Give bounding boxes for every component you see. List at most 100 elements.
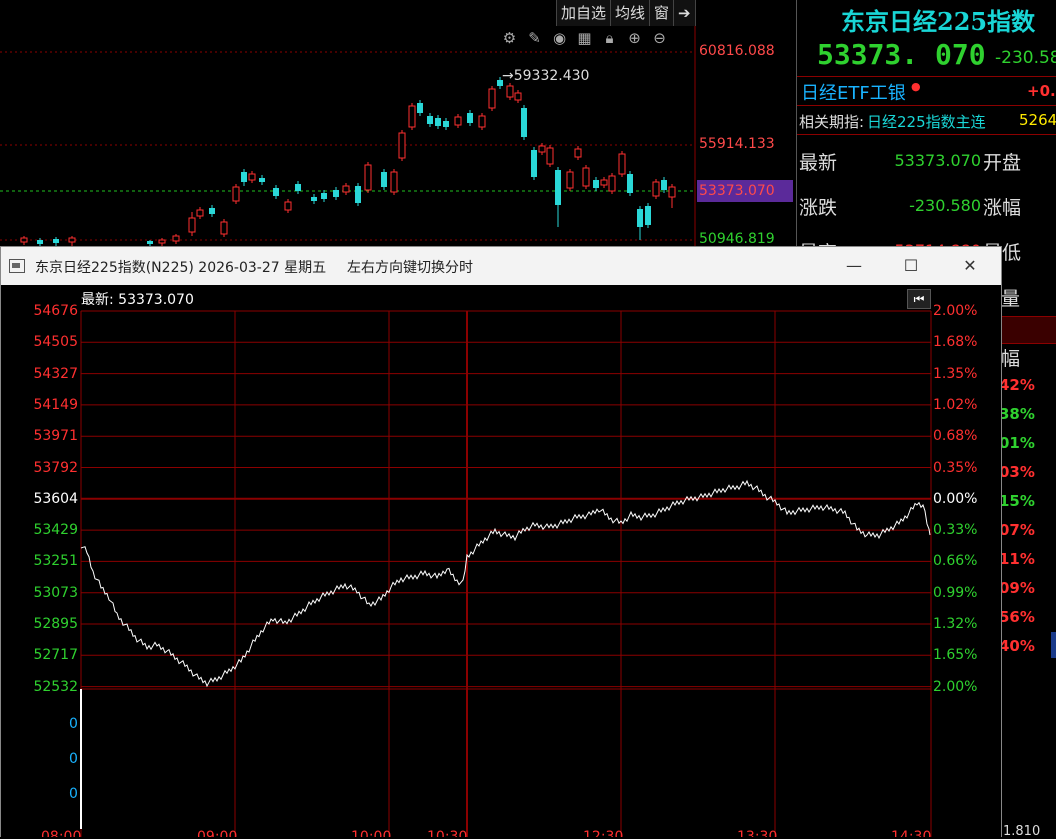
percent-tick-label: 1.32% — [933, 616, 978, 632]
candle-body — [435, 118, 441, 126]
candle-body — [555, 170, 561, 205]
price-tick-label: 54327 — [33, 365, 78, 382]
etf-row[interactable]: 日经ETF工银 ● +0.2 — [797, 76, 1056, 106]
candle-body — [652, 181, 660, 197]
candle-body — [645, 206, 651, 225]
price-tick-label: 52895 — [33, 616, 78, 632]
percent-tick-label: 1.35% — [933, 365, 978, 382]
candle-body — [514, 92, 522, 101]
chart-grid — [80, 310, 932, 837]
percent-tick-label: 2.00% — [933, 678, 978, 695]
etf-change: +0.2 — [1027, 82, 1056, 100]
exit-arrow-icon[interactable]: ➔ — [674, 0, 696, 26]
price-tick-label: 53792 — [33, 459, 78, 476]
candle-body — [546, 147, 554, 165]
percent-tick-label: 0.00% — [933, 490, 978, 507]
percent-tick-label: 0.35% — [933, 459, 978, 476]
percent-tick-label: 0.66% — [933, 553, 978, 570]
candle-body — [232, 186, 240, 202]
settings-icon[interactable]: ⚙ — [498, 28, 521, 48]
partial-pct-5: 07% — [999, 521, 1035, 539]
partial-label-volume: 量 — [1001, 288, 1021, 310]
candle-body — [158, 239, 166, 244]
candlestick-chart-area: →59332.430 60816.088 55914.133 53373.070… — [0, 0, 795, 250]
candle-body — [259, 178, 265, 182]
bag-icon[interactable]: ▦ — [573, 28, 596, 48]
volume-label: 0 — [69, 751, 78, 767]
candle-body — [478, 115, 486, 128]
candle-body — [574, 148, 582, 158]
price-tick-label: 53604 — [33, 490, 78, 507]
partial-pct-2: 01% — [999, 434, 1035, 452]
candle-body — [600, 179, 608, 186]
lock-icon[interactable]: 🔒︎ — [598, 28, 621, 48]
quote-row-latest: 最新 53373.070 开盘 — [797, 146, 1056, 176]
related-futures-row[interactable]: 相关期指: 日经225指数主连 5264 — [797, 106, 1056, 135]
candle-body — [398, 132, 406, 159]
index-title: 东京日经225指数 — [841, 7, 1036, 36]
candle-body — [408, 105, 416, 128]
related-value: 5264 — [1019, 111, 1056, 129]
row-label: 涨跌 — [799, 197, 838, 219]
moving-average-button[interactable]: 均线 — [611, 0, 651, 26]
row-value: -230.580 — [909, 196, 981, 215]
candle-body — [333, 190, 339, 197]
alert-dot-icon: ● — [911, 80, 921, 93]
candle-body — [668, 186, 676, 198]
window-button[interactable]: 窗 — [650, 0, 675, 26]
percent-tick-label: 1.65% — [933, 647, 978, 664]
candle-body — [20, 237, 28, 243]
zoom-in-icon[interactable]: ⊕ — [623, 28, 646, 48]
candle-body — [364, 164, 372, 191]
percent-tick-label: 0.68% — [933, 428, 978, 445]
price-tick-label: 53971 — [33, 428, 78, 445]
candle-body — [506, 85, 514, 98]
partial-pct-7: 09% — [999, 579, 1035, 597]
price-tick-label: 52532 — [33, 678, 78, 695]
pen-icon[interactable]: ✎ — [523, 28, 546, 48]
quote-row-change: 涨跌 -230.580 涨幅 — [797, 191, 1056, 221]
candle-body — [241, 172, 247, 182]
candle-body — [188, 217, 196, 233]
percent-tick-label: 1.02% — [933, 396, 978, 413]
candle-body — [521, 108, 527, 137]
candle-body — [608, 175, 616, 192]
candle-body — [427, 116, 433, 124]
eye-icon[interactable]: ◉ — [548, 28, 571, 48]
price-tick-label: 52717 — [33, 647, 78, 664]
percent-tick-label: 0.33% — [933, 522, 978, 539]
add-watchlist-button[interactable]: 加自选 — [557, 0, 612, 26]
zoom-out-icon[interactable]: ⊖ — [648, 28, 671, 48]
candle-body — [618, 153, 626, 175]
candle-body — [68, 237, 76, 243]
candle-body — [538, 145, 546, 153]
partial-pct-8: 56% — [999, 608, 1035, 626]
candle-body — [284, 201, 292, 211]
price-tick-label: 54149 — [33, 396, 78, 413]
percent-tick-label: 0.99% — [933, 584, 978, 601]
candle-body — [295, 184, 301, 191]
partial-pct-6: 11% — [999, 550, 1035, 568]
candle-body — [661, 180, 667, 190]
candle-body — [417, 103, 423, 113]
candle-body — [467, 113, 473, 123]
price-tick-label: 53251 — [33, 553, 78, 570]
candle-body — [381, 172, 387, 187]
row-label: 最新 — [799, 152, 838, 174]
candle-body — [454, 116, 462, 126]
candle-body — [248, 173, 256, 181]
candle-body — [311, 197, 317, 201]
partial-pct-0: 42% — [999, 376, 1035, 394]
candle-body — [172, 235, 180, 242]
row-label-2: 涨幅 — [983, 197, 1022, 219]
price-level-2: 55914.133 — [699, 136, 775, 152]
partial-pct-3: 03% — [999, 463, 1035, 481]
candle-toolbar: 加自选 均线 窗 ➔ — [556, 0, 696, 26]
candle-body — [37, 240, 43, 244]
price-level-1: 60816.088 — [699, 43, 775, 59]
price-level-current: 53373.070 — [699, 183, 775, 199]
percent-tick-label: 1.68% — [933, 334, 978, 351]
volume-label: 0 — [69, 786, 78, 802]
price-tick-label: 54676 — [33, 303, 78, 319]
current-price: 53373. 070 — [817, 38, 986, 71]
